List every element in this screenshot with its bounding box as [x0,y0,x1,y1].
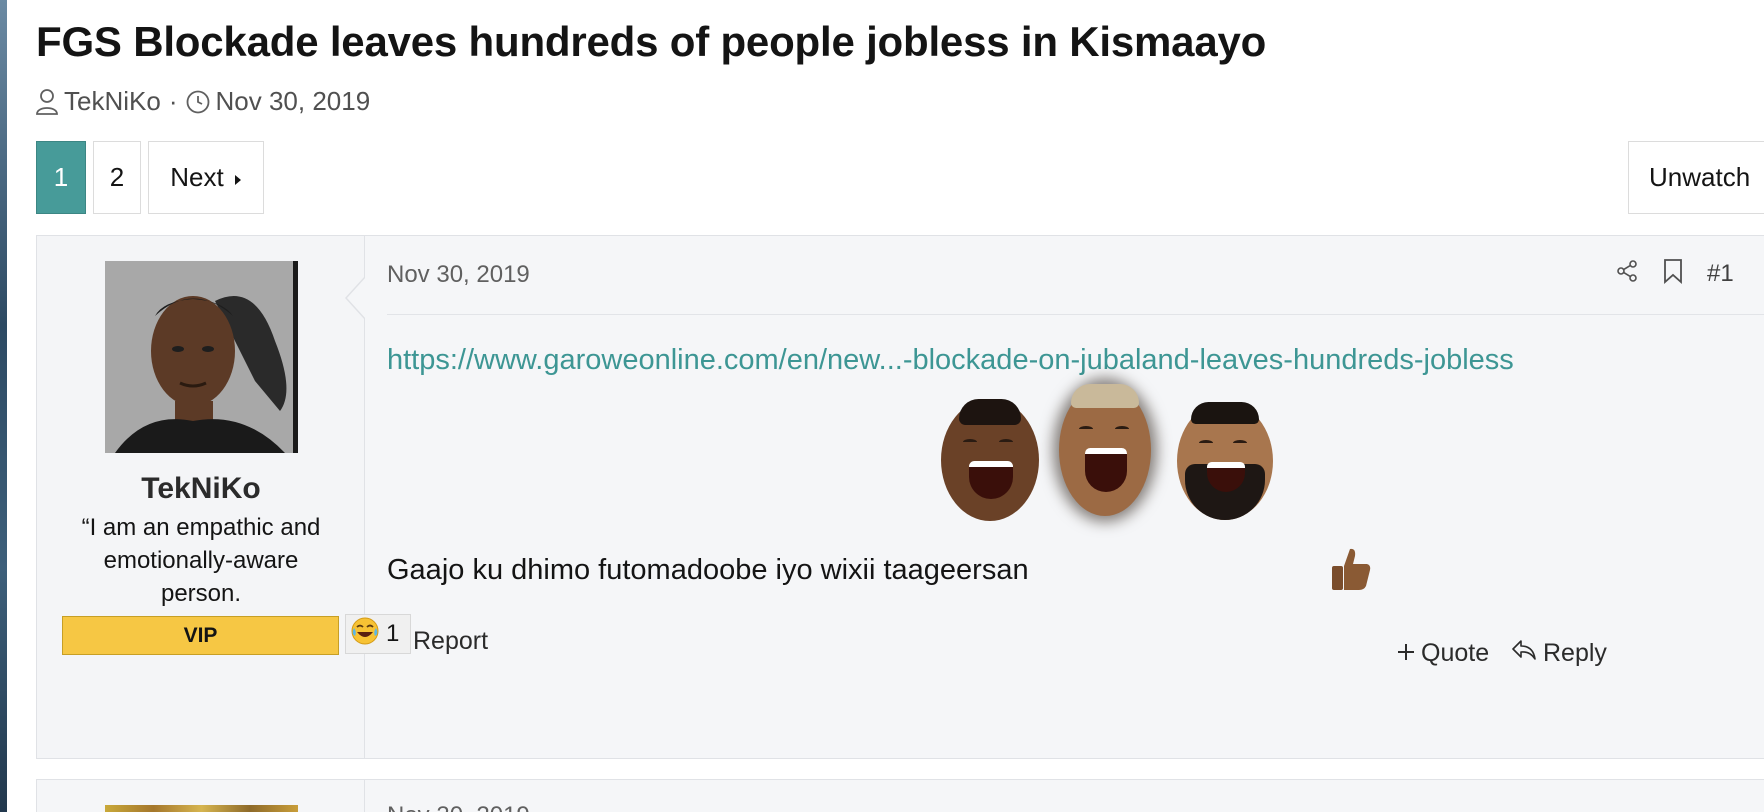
post-2-date[interactable]: Nov 30, 2019 [387,802,530,812]
reaction-count: 1 [386,620,400,647]
thread-meta: TekNiKo · Nov 30, 2019 [36,86,370,117]
unwatch-button[interactable]: Unwatch [1628,141,1764,214]
post-text: Gaajo ku dhimo futomadoobe iyo wixii taa… [387,554,1029,586]
post-2-avatar[interactable] [105,805,298,812]
avatar[interactable] [105,261,298,453]
post-2-user-cell [37,780,365,812]
post-number-link[interactable]: #1 [1707,260,1734,288]
quote-label: Quote [1421,639,1490,667]
thread-date[interactable]: Nov 30, 2019 [216,86,371,117]
pagination: 1 2 Next [36,141,264,214]
next-page-button[interactable]: Next [148,141,264,214]
page-title: FGS Blockade leaves hundreds of people j… [36,18,1267,65]
laughing-tears-emoji-icon [350,616,380,653]
post-1: TekNiKo “I am an empathic and emotionall… [36,235,1764,759]
plus-icon [1397,639,1415,668]
post-divider [387,314,1764,315]
page-2-button[interactable]: 2 [93,141,141,214]
like-thumbs-up-icon[interactable] [1330,546,1372,597]
laughing-face-emoji-1 [941,399,1039,521]
vip-badge: VIP [62,616,339,655]
post-user-cell: TekNiKo “I am an empathic and emotionall… [37,236,365,758]
post-username[interactable]: TekNiKo [37,472,365,506]
user-icon [36,88,58,115]
post-tools: #1 [1615,258,1734,289]
reply-label: Reply [1543,639,1607,667]
laughing-face-emoji-3 [1177,402,1273,520]
report-label: Report [413,627,489,655]
caret-right-icon [234,162,242,193]
reply-button[interactable]: Reply [1511,639,1607,668]
article-link[interactable]: https://www.garoweonline.com/en/new...-b… [387,344,1514,377]
quote-button[interactable]: Quote [1397,639,1489,668]
page-1-button[interactable]: 1 [36,141,86,214]
laughing-face-emoji-2 [1059,384,1151,516]
user-title: “I am an empathic and emotionally-aware … [81,514,321,607]
bookmark-icon[interactable] [1663,258,1683,289]
next-label: Next [170,162,224,192]
clock-icon [186,90,210,114]
reaction-summary[interactable]: 1 [345,614,411,654]
thread-author[interactable]: TekNiKo [64,86,161,117]
post-date[interactable]: Nov 30, 2019 [387,261,530,289]
message-arrow [345,276,366,320]
meta-separator: · [168,86,178,116]
reply-arrow-icon [1511,639,1537,668]
post-2: Nov 30, 2019 [36,779,1764,812]
background-edge [0,0,7,812]
share-icon[interactable] [1615,259,1639,288]
